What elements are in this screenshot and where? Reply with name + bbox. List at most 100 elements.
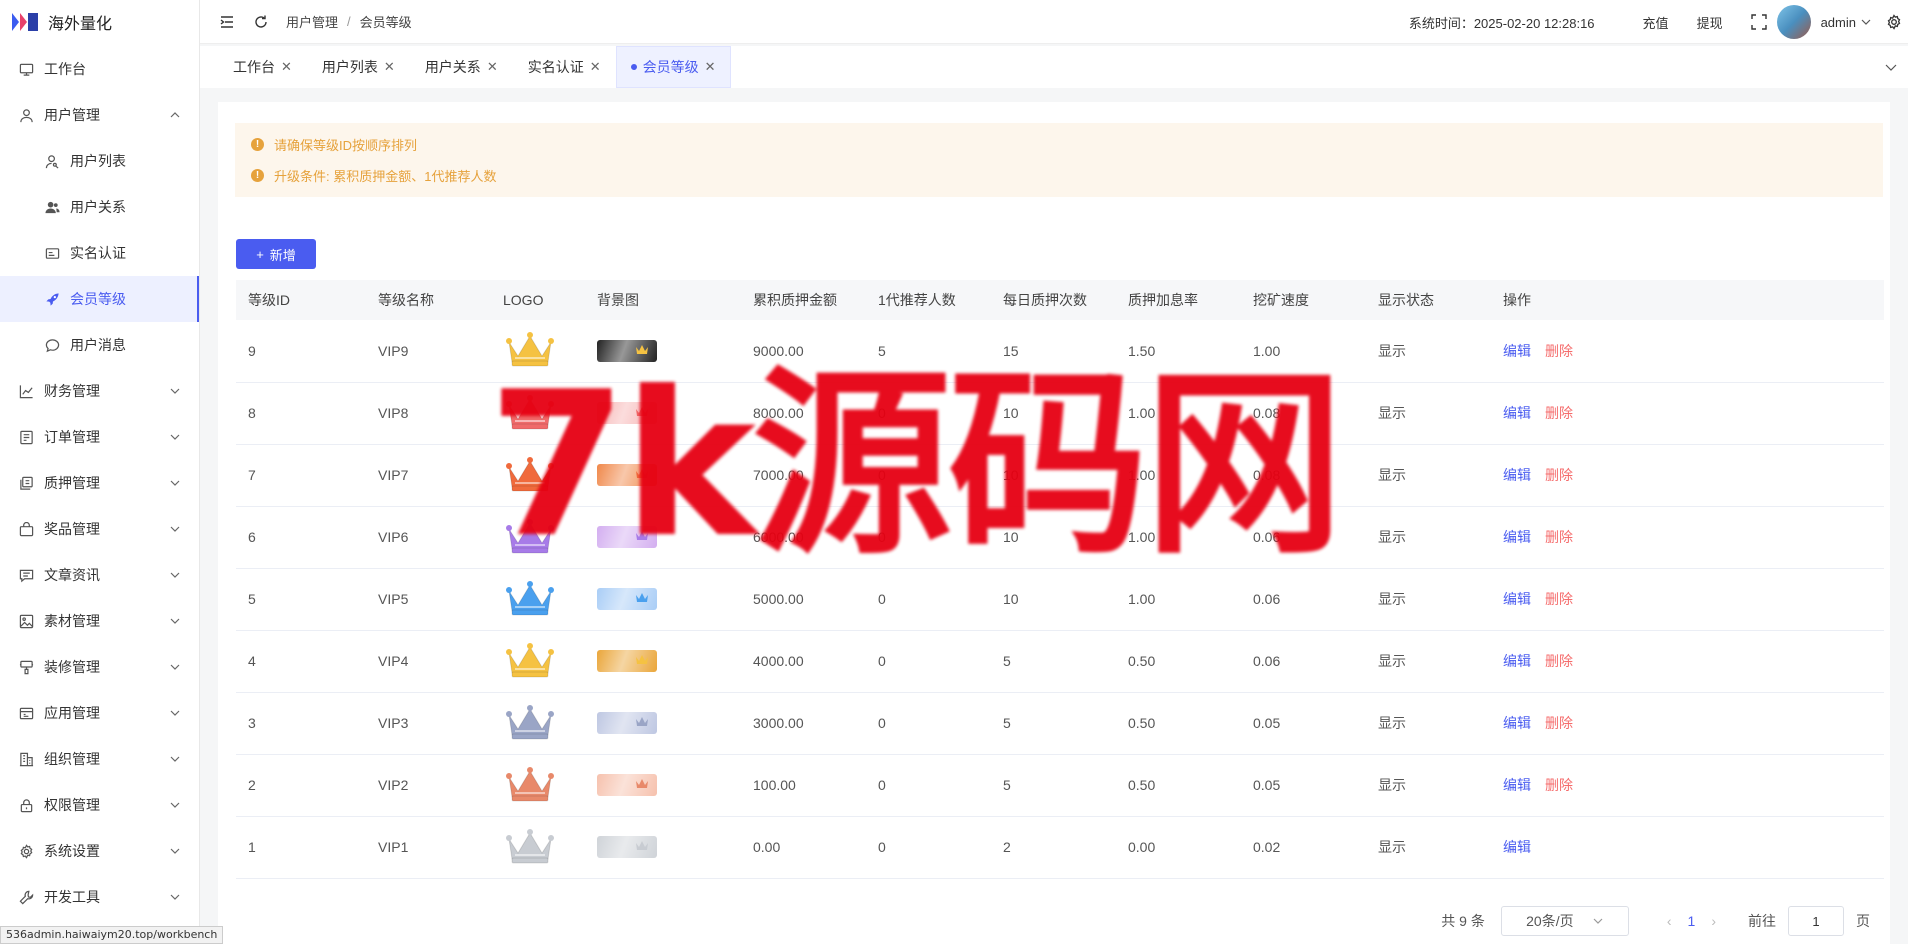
goto-page-input[interactable] — [1788, 906, 1844, 936]
prev-page-button[interactable]: ‹ — [1667, 913, 1672, 929]
level-name-cell: VIP9 — [378, 342, 409, 359]
breadcrumb-parent[interactable]: 用户管理 — [286, 12, 338, 31]
submenu: 用户列表 用户关系 实名认证会员等级用户消息 — [0, 138, 199, 368]
fullscreen-icon[interactable] — [1750, 14, 1767, 30]
crown-icon — [503, 580, 557, 622]
sidebar-item-lock[interactable]: 权限管理 — [0, 782, 199, 828]
close-icon[interactable]: ✕ — [590, 59, 601, 75]
delete-button[interactable]: 删除 — [1545, 343, 1573, 359]
sidebar-item-monitor[interactable]: 工作台 — [0, 46, 199, 92]
pagination-total: 共 9 条 — [1441, 913, 1485, 929]
withdraw-link[interactable]: 提现 — [1697, 13, 1723, 32]
header-right: 系统时间：2025-02-20 12:28:16 充值 提现 admin — [1409, 0, 1908, 44]
sidebar-item-gear[interactable]: 系统设置 — [0, 828, 199, 874]
alert-line: ! 请确保等级ID按顺序排列 — [251, 129, 1867, 160]
sidebar-item-image[interactable]: 素材管理 — [0, 598, 199, 644]
tab-label: 用户关系 — [424, 59, 481, 75]
close-icon[interactable]: ✕ — [384, 59, 395, 75]
sidebar-item-rocket[interactable]: 会员等级 — [0, 276, 199, 322]
close-icon[interactable]: ✕ — [705, 59, 716, 75]
sidebar-item-user[interactable]: 用户管理 — [0, 92, 199, 138]
page-size-value: 20条/页 — [1526, 913, 1574, 929]
delete-button[interactable]: 删除 — [1545, 591, 1573, 607]
sidebar-item-label: 用户管理 — [44, 107, 100, 123]
delete-button[interactable]: 删除 — [1545, 467, 1573, 483]
chevron-down-icon — [169, 477, 181, 489]
close-icon[interactable]: ✕ — [487, 59, 498, 75]
crown-icon — [635, 591, 649, 607]
edit-button[interactable]: 编辑 — [1503, 715, 1531, 731]
sidebar-item-label: 素材管理 — [44, 613, 100, 629]
sidebar-item-label: 会员等级 — [70, 291, 126, 307]
delete-button[interactable]: 删除 — [1545, 715, 1573, 731]
edit-button[interactable]: 编辑 — [1503, 467, 1531, 483]
message-icon — [44, 337, 60, 353]
delete-button[interactable]: 删除 — [1545, 405, 1573, 421]
tab-label: 会员等级 — [642, 59, 699, 75]
sidebar-item-brush[interactable]: 装修管理 — [0, 644, 199, 690]
level-id-cell: 8 — [248, 405, 256, 421]
column-header: LOGO — [503, 292, 544, 308]
column-header: 背景图 — [597, 292, 639, 308]
sidebar-item-chart[interactable]: 财务管理 — [0, 368, 199, 414]
sidebar-item-building[interactable]: 组织管理 — [0, 736, 199, 782]
edit-button[interactable]: 编辑 — [1503, 405, 1531, 421]
sidebar-item-tool[interactable]: 开发工具 — [0, 874, 199, 920]
column-header: 每日质押次数 — [1003, 292, 1087, 308]
operations-cell: 编辑 删除 — [1491, 630, 1884, 692]
sidebar-item-label: 权限管理 — [44, 797, 100, 813]
delete-button[interactable]: 删除 — [1545, 777, 1573, 793]
sidebar-item-label: 文章资讯 — [44, 567, 100, 583]
sidebar-item-bag[interactable]: 奖品管理 — [0, 506, 199, 552]
sidebar-item-app[interactable]: 应用管理 — [0, 690, 199, 736]
edit-button[interactable]: 编辑 — [1503, 839, 1531, 855]
chevron-down-icon — [169, 661, 181, 673]
delete-button[interactable]: 删除 — [1545, 529, 1573, 545]
gear-icon — [18, 843, 34, 859]
logo-cell — [491, 754, 585, 816]
rocket-icon — [44, 291, 60, 307]
sidebar-item-label: 用户消息 — [70, 337, 126, 353]
sidebar-item-message[interactable]: 用户消息 — [0, 322, 199, 368]
sidebar-item-article[interactable]: 文章资讯 — [0, 552, 199, 598]
edit-button[interactable]: 编辑 — [1503, 777, 1531, 793]
tab[interactable]: 会员等级 ✕ — [615, 46, 731, 88]
crown-icon — [635, 839, 649, 855]
edit-button[interactable]: 编辑 — [1503, 591, 1531, 607]
daily-cell: 5 — [1003, 715, 1011, 731]
sidebar-item-users[interactable]: 用户关系 — [0, 184, 199, 230]
edit-button[interactable]: 编辑 — [1503, 343, 1531, 359]
sidebar-item-label: 系统设置 — [44, 843, 100, 859]
tab[interactable]: 用户关系 ✕ — [410, 46, 513, 88]
user-menu[interactable]: admin — [1821, 15, 1872, 30]
tab-label: 实名认证 — [527, 59, 584, 75]
sidebar-item-id-card[interactable]: 实名认证 — [0, 230, 199, 276]
current-page[interactable]: 1 — [1688, 913, 1696, 929]
tabs-dropdown-icon[interactable] — [1884, 60, 1898, 74]
tab[interactable]: 实名认证 ✕ — [513, 46, 616, 88]
app-logo[interactable]: 海外量化 — [0, 0, 199, 44]
tab[interactable]: 用户列表 ✕ — [307, 46, 410, 88]
edit-button[interactable]: 编辑 — [1503, 653, 1531, 669]
settings-icon[interactable] — [1886, 14, 1902, 30]
tab[interactable]: 工作台 ✕ — [218, 46, 307, 88]
crown-icon — [635, 653, 649, 669]
app-icon — [18, 705, 34, 721]
add-button[interactable]: + 新增 — [236, 239, 316, 269]
level-name-cell: VIP5 — [378, 591, 409, 607]
refresh-icon[interactable] — [252, 13, 270, 31]
edit-button[interactable]: 编辑 — [1503, 529, 1531, 545]
sidebar-item-stack[interactable]: 质押管理 — [0, 460, 199, 506]
next-page-button[interactable]: › — [1711, 913, 1716, 929]
page-size-select[interactable]: 20条/页 — [1500, 906, 1629, 936]
close-icon[interactable]: ✕ — [281, 59, 292, 75]
collapse-menu-icon[interactable] — [218, 13, 236, 31]
sidebar-item-order[interactable]: 订单管理 — [0, 414, 199, 460]
recharge-link[interactable]: 充值 — [1643, 13, 1669, 32]
order-icon — [18, 429, 34, 445]
page-suffix: 页 — [1856, 913, 1870, 929]
sidebar-item-user-search[interactable]: 用户列表 — [0, 138, 199, 184]
amount-cell: 100.00 — [753, 777, 796, 793]
avatar[interactable] — [1776, 5, 1811, 39]
delete-button[interactable]: 删除 — [1545, 653, 1573, 669]
